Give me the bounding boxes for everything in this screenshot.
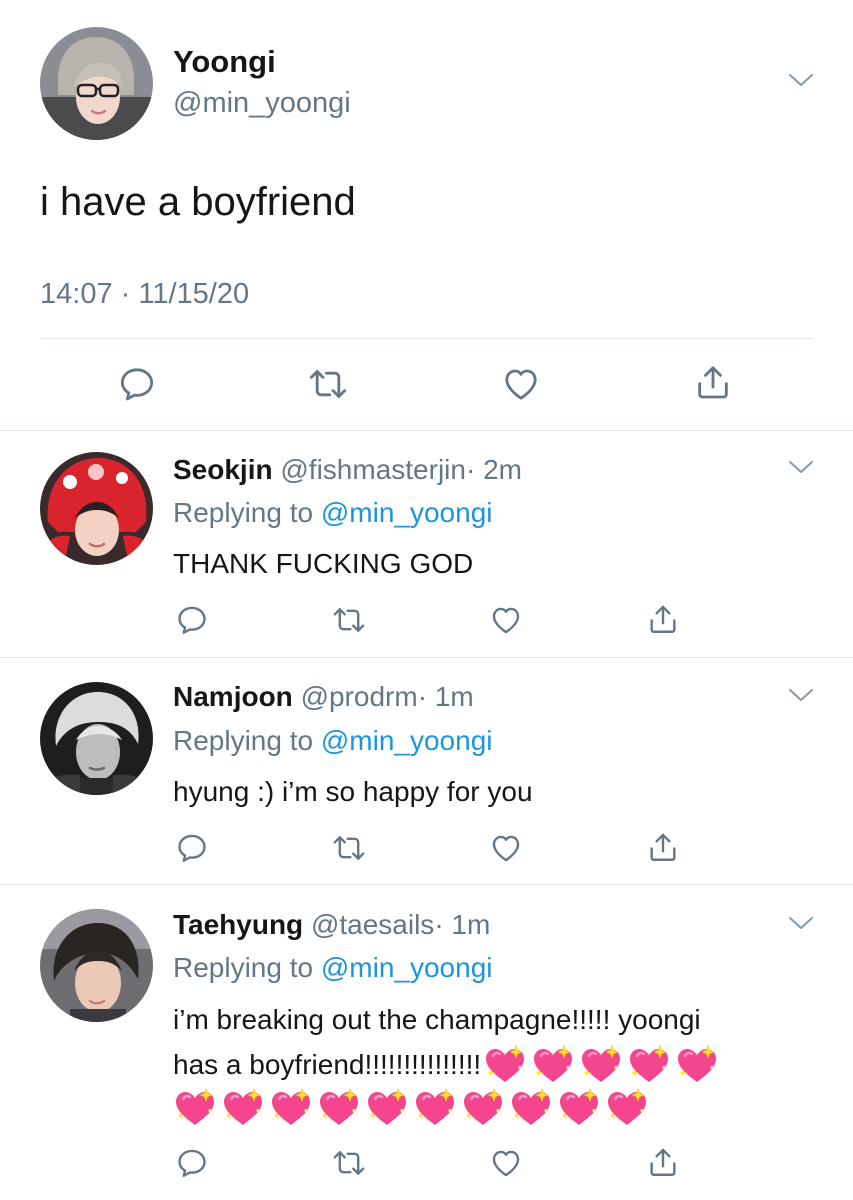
display-name[interactable]: Namjoon (173, 681, 293, 712)
sparkling-heart-emoji (461, 1088, 505, 1128)
retweet-icon[interactable] (332, 831, 366, 865)
sparkling-heart-emoji (221, 1088, 265, 1128)
chevron-down-icon[interactable] (788, 459, 814, 475)
replying-to: Replying to @min_yoongi (173, 951, 493, 985)
handle[interactable]: @taesails (311, 909, 434, 940)
display-name[interactable]: Yoongi (173, 44, 276, 80)
sparkling-heart-emoji (413, 1088, 457, 1128)
sparkling-heart-emoji (605, 1088, 649, 1128)
reply-header: Namjoon @prodrm· 1m (173, 680, 474, 714)
tweet-text: i have a boyfriend (40, 180, 356, 224)
handle[interactable]: @fishmasterjin (280, 454, 466, 485)
sparkling-heart-emoji (509, 1088, 553, 1128)
reply-text: hyung :) i’m so happy for you (173, 776, 533, 807)
sparkling-heart-emoji (579, 1045, 623, 1085)
emoji-row-1 (483, 1045, 723, 1085)
reply-header: Taehyung @taesails· 1m (173, 908, 490, 942)
display-name[interactable]: Seokjin (173, 454, 273, 485)
reply-time[interactable]: · 2m (466, 454, 522, 485)
divider (40, 338, 813, 339)
reply-time[interactable]: · 1m (434, 909, 490, 940)
retweet-icon[interactable] (308, 364, 348, 404)
sparkling-heart-emoji (365, 1088, 409, 1128)
replying-to: Replying to @min_yoongi (173, 724, 493, 758)
reply-icon[interactable] (175, 603, 209, 637)
retweet-icon[interactable] (332, 603, 366, 637)
share-icon[interactable] (646, 830, 680, 864)
replying-to: Replying to @min_yoongi (173, 496, 493, 530)
replying-to-label: Replying to (173, 497, 314, 528)
avatar[interactable] (40, 909, 153, 1022)
handle[interactable]: @min_yoongi (173, 85, 351, 121)
like-icon[interactable] (489, 1146, 523, 1180)
reply-header: Seokjin @fishmasterjin· 2m (173, 453, 522, 487)
divider (0, 657, 853, 658)
avatar[interactable] (40, 452, 153, 565)
replying-to-handle[interactable]: @min_yoongi (321, 725, 493, 756)
sparkling-heart-emoji (557, 1088, 601, 1128)
tweet-timestamp[interactable]: 14:07 · 11/15/20 (40, 276, 249, 312)
avatar[interactable] (40, 27, 153, 140)
reply-time[interactable]: · 1m (418, 681, 474, 712)
sparkling-heart-emoji (483, 1045, 527, 1085)
emoji-row-2 (173, 1088, 653, 1128)
divider (0, 884, 853, 885)
reply-text: THANK FUCKING GOD (173, 548, 474, 579)
retweet-icon[interactable] (332, 1146, 366, 1180)
sparkling-heart-emoji (675, 1045, 719, 1085)
avatar[interactable] (40, 682, 153, 795)
divider (0, 430, 853, 431)
replying-to-label: Replying to (173, 725, 314, 756)
reply-icon[interactable] (175, 1146, 209, 1180)
reply-text-line-1: i’m breaking out the champagne!!!!! yoon… (173, 1004, 701, 1035)
replying-to-handle[interactable]: @min_yoongi (321, 497, 493, 528)
like-icon[interactable] (501, 364, 541, 404)
reply-text-line-2-text: has a boyfriend!!!!!!!!!!!!!!! (173, 1049, 482, 1080)
share-icon[interactable] (693, 362, 733, 402)
share-icon[interactable] (646, 602, 680, 636)
sparkling-heart-emoji (531, 1045, 575, 1085)
sparkling-heart-emoji (627, 1045, 671, 1085)
like-icon[interactable] (489, 831, 523, 865)
sparkling-heart-emoji (173, 1088, 217, 1128)
chevron-down-icon[interactable] (788, 687, 814, 703)
share-icon[interactable] (646, 1145, 680, 1179)
display-name[interactable]: Taehyung (173, 909, 303, 940)
sparkling-heart-emoji (317, 1088, 361, 1128)
like-icon[interactable] (489, 603, 523, 637)
chevron-down-icon[interactable] (788, 72, 814, 88)
handle[interactable]: @prodrm (301, 681, 418, 712)
sparkling-heart-emoji (269, 1088, 313, 1128)
reply-text-line-2: has a boyfriend!!!!!!!!!!!!!!! (173, 1045, 723, 1085)
replying-to-handle[interactable]: @min_yoongi (321, 952, 493, 983)
reply-icon[interactable] (175, 831, 209, 865)
replying-to-label: Replying to (173, 952, 314, 983)
chevron-down-icon[interactable] (788, 915, 814, 931)
reply-icon[interactable] (117, 364, 157, 404)
